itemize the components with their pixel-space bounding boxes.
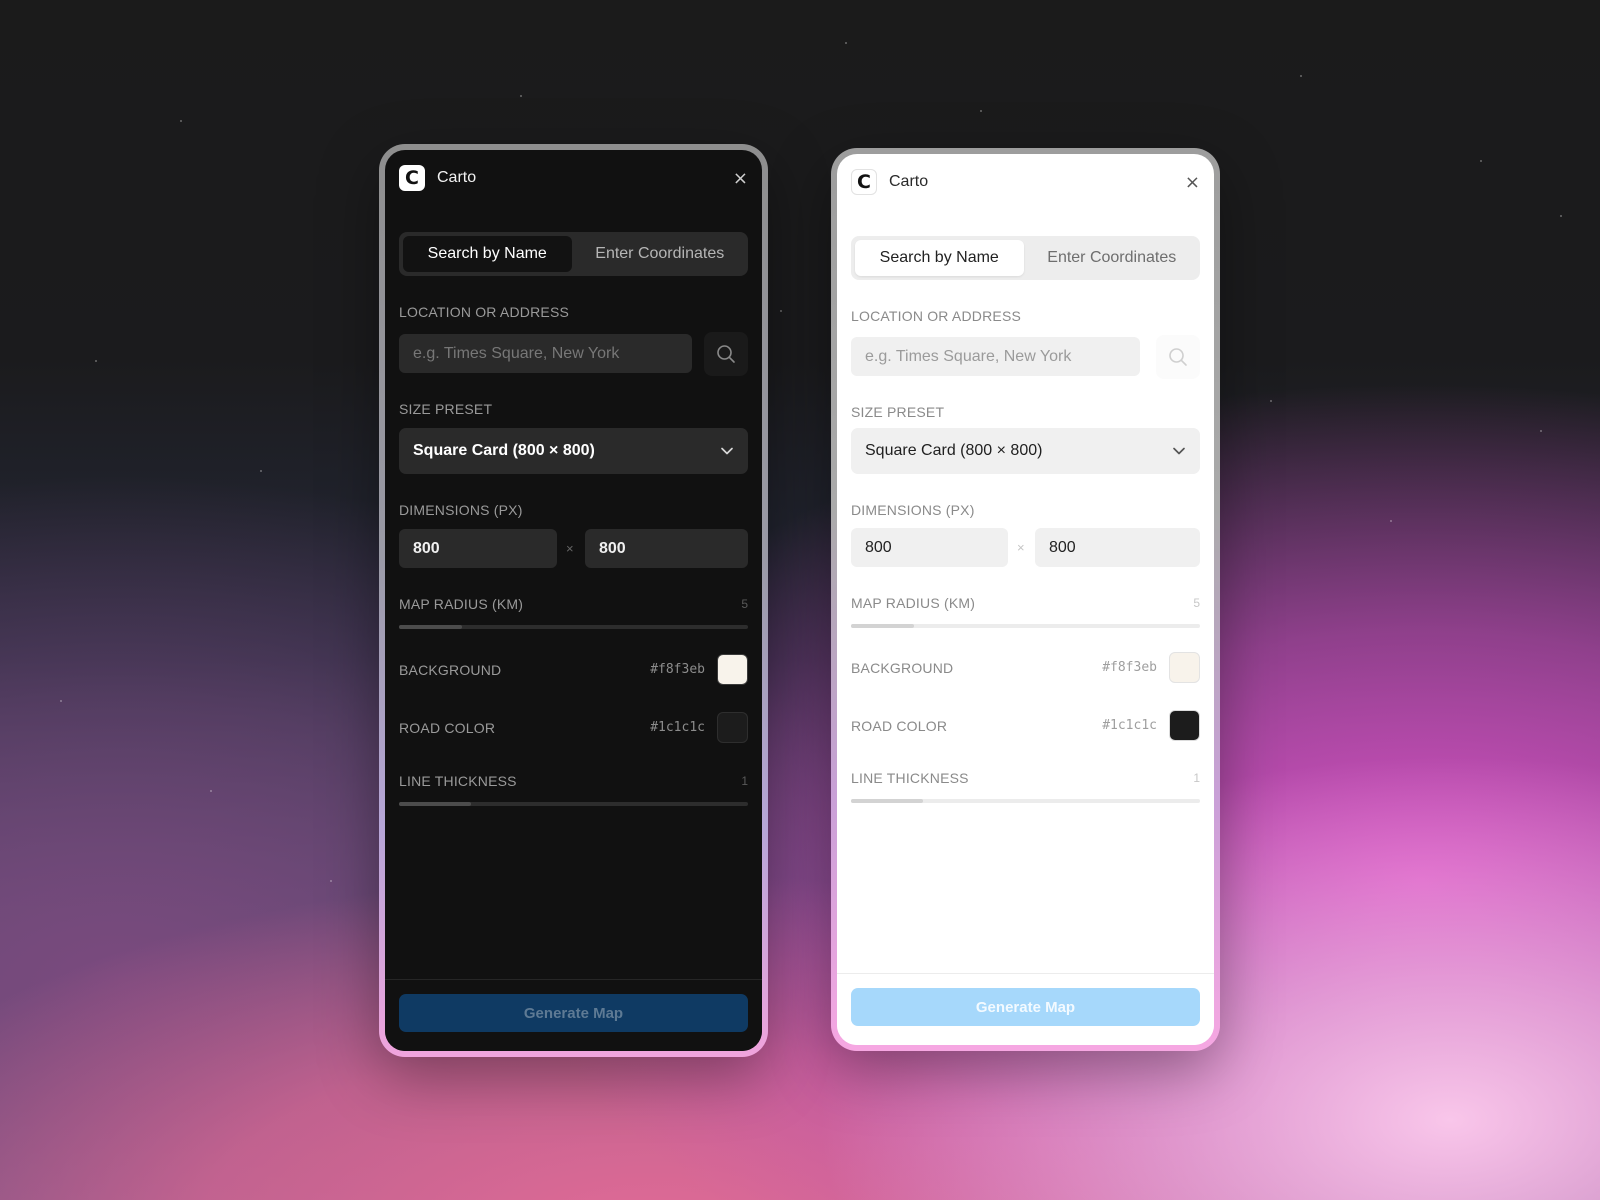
width-input[interactable]: 800 — [851, 528, 1008, 567]
road-color-hex: #1c1c1c — [650, 720, 705, 735]
chevron-down-icon — [1173, 447, 1185, 455]
map-radius-label: MAP RADIUS (KM) — [851, 595, 976, 611]
search-icon — [1169, 348, 1187, 366]
search-mode-tabs: Search by Name Enter Coordinates — [399, 232, 748, 276]
road-color-hex: #1c1c1c — [1102, 718, 1157, 733]
light-panel: C Carto × Search by Name Enter Coordinat… — [837, 154, 1214, 1045]
background-color-swatch[interactable] — [1169, 652, 1200, 683]
dimension-separator: × — [566, 541, 574, 556]
line-thickness-value: 1 — [741, 774, 748, 788]
dimensions-label: DIMENSIONS (PX) — [399, 502, 523, 518]
close-icon[interactable]: × — [733, 168, 748, 189]
height-input[interactable]: 800 — [585, 529, 748, 568]
location-label: LOCATION OR ADDRESS — [399, 304, 570, 320]
generate-map-button[interactable]: Generate Map — [399, 994, 748, 1032]
map-radius-fill — [851, 624, 914, 628]
line-thickness-fill — [399, 802, 471, 806]
line-thickness-slider[interactable] — [851, 799, 1200, 803]
road-color-swatch[interactable] — [1169, 710, 1200, 741]
background-star — [210, 790, 212, 792]
panel-footer: Generate Map — [837, 973, 1214, 1045]
road-color-label: ROAD COLOR — [399, 720, 496, 736]
map-radius-slider[interactable] — [399, 625, 748, 629]
size-preset-label: SIZE PRESET — [851, 404, 945, 420]
size-preset-label: SIZE PRESET — [399, 401, 493, 417]
background-star — [1300, 75, 1302, 77]
line-thickness-label: LINE THICKNESS — [399, 773, 517, 789]
size-preset-value: Square Card (800 × 800) — [413, 442, 595, 459]
background-star — [1390, 520, 1392, 522]
carto-logo-icon: C — [399, 165, 425, 191]
width-input[interactable]: 800 — [399, 529, 557, 568]
dimensions-label: DIMENSIONS (PX) — [851, 502, 975, 518]
background-star — [1270, 400, 1272, 402]
background-star — [1560, 215, 1562, 217]
map-radius-slider[interactable] — [851, 624, 1200, 628]
search-icon — [717, 345, 735, 363]
location-label: LOCATION OR ADDRESS — [851, 308, 1022, 324]
size-preset-select[interactable]: Square Card (800 × 800) — [399, 428, 748, 474]
map-radius-label: MAP RADIUS (KM) — [399, 596, 524, 612]
background-star — [780, 310, 782, 312]
background-color-swatch[interactable] — [717, 654, 748, 685]
size-preset-value: Square Card (800 × 800) — [865, 442, 1043, 459]
road-color-label: ROAD COLOR — [851, 718, 948, 734]
background-star — [1480, 160, 1482, 162]
search-button[interactable] — [704, 332, 748, 376]
carto-logo-icon: C — [851, 169, 877, 195]
background-label: BACKGROUND — [399, 662, 502, 678]
tab-search-by-name[interactable]: Search by Name — [403, 236, 572, 272]
app-title: Carto — [889, 173, 929, 190]
background-star — [1540, 430, 1542, 432]
background-hex: #f8f3eb — [650, 662, 705, 677]
panel-footer: Generate Map — [385, 979, 762, 1051]
location-input[interactable]: e.g. Times Square, New York — [851, 337, 1140, 376]
background-star — [180, 120, 182, 122]
chevron-down-icon — [721, 447, 733, 455]
background-star — [330, 880, 332, 882]
search-button[interactable] — [1156, 335, 1200, 379]
window-header: C Carto × — [399, 164, 748, 192]
search-mode-tabs: Search by Name Enter Coordinates — [851, 236, 1200, 280]
tab-enter-coordinates[interactable]: Enter Coordinates — [576, 236, 745, 272]
location-input[interactable]: e.g. Times Square, New York — [399, 334, 692, 373]
map-radius-value: 5 — [741, 597, 748, 611]
light-theme-window: C Carto × Search by Name Enter Coordinat… — [831, 148, 1220, 1051]
height-input[interactable]: 800 — [1035, 528, 1200, 567]
background-label: BACKGROUND — [851, 660, 954, 676]
window-header: C Carto × — [851, 168, 1200, 196]
close-icon[interactable]: × — [1185, 172, 1200, 193]
size-preset-select[interactable]: Square Card (800 × 800) — [851, 428, 1200, 474]
background-star — [520, 95, 522, 97]
background-hex: #f8f3eb — [1102, 660, 1157, 675]
dimension-separator: × — [1017, 540, 1025, 555]
line-thickness-label: LINE THICKNESS — [851, 770, 969, 786]
background-star — [980, 110, 982, 112]
background-star — [60, 700, 62, 702]
app-title: Carto — [437, 169, 477, 186]
background-star — [845, 42, 847, 44]
road-color-swatch[interactable] — [717, 712, 748, 743]
background-star — [260, 470, 262, 472]
dark-theme-window: C Carto × Search by Name Enter Coordinat… — [379, 144, 768, 1057]
map-radius-value: 5 — [1193, 596, 1200, 610]
line-thickness-fill — [851, 799, 923, 803]
tab-search-by-name[interactable]: Search by Name — [855, 240, 1024, 276]
tab-enter-coordinates[interactable]: Enter Coordinates — [1028, 240, 1197, 276]
generate-map-button[interactable]: Generate Map — [851, 988, 1200, 1026]
line-thickness-value: 1 — [1193, 771, 1200, 785]
map-radius-fill — [399, 625, 462, 629]
background-star — [95, 360, 97, 362]
line-thickness-slider[interactable] — [399, 802, 748, 806]
dark-panel: C Carto × Search by Name Enter Coordinat… — [385, 150, 762, 1051]
